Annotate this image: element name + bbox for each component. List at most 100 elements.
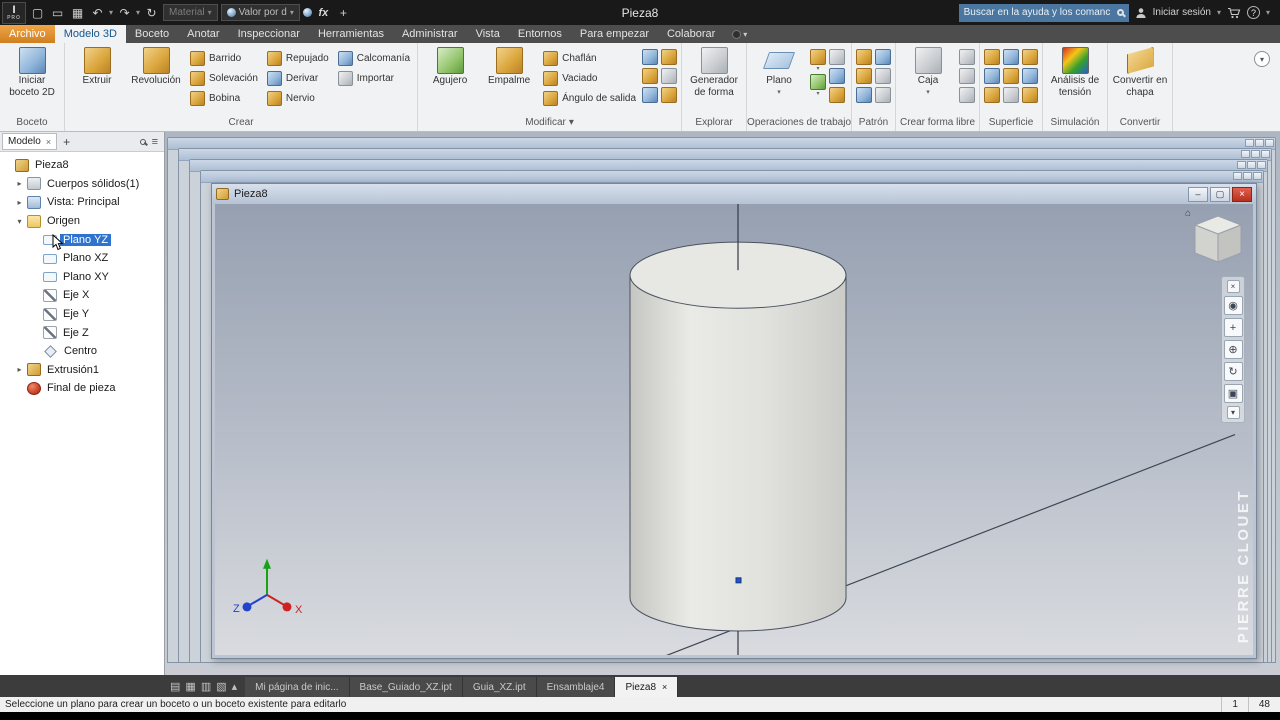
fx-parameters-button[interactable]: fx: [315, 4, 332, 22]
frame-minimize-icon[interactable]: [1233, 172, 1242, 180]
importar-button[interactable]: Importar: [335, 68, 413, 88]
window-maximize-button[interactable]: ▢: [1210, 186, 1230, 202]
panel-label-trabajo[interactable]: Operaciones de trabajo: [747, 114, 851, 131]
undo-caret-icon[interactable]: ▾: [109, 8, 113, 17]
doctab-base-guiado[interactable]: Base_Guiado_XZ.ipt: [349, 677, 463, 697]
superficie-reparar-icon[interactable]: [1003, 68, 1020, 84]
search-icon[interactable]: [1116, 9, 1126, 18]
view-cube[interactable]: ⌂: [1185, 208, 1245, 269]
material-select[interactable]: Material ▾: [163, 4, 218, 21]
bobina-button[interactable]: Bobina: [187, 88, 261, 108]
tree-item-cuerpos-solidos[interactable]: ▸ Cuerpos sólidos(1): [0, 175, 164, 194]
frame-close-icon[interactable]: [1257, 161, 1266, 169]
3d-scene[interactable]: X Z: [215, 204, 1253, 655]
cascade-windows-icon[interactable]: ▤: [170, 680, 180, 693]
update-icon[interactable]: ↻: [143, 4, 160, 22]
forma-esfera-icon[interactable]: [959, 68, 976, 84]
agujero-button[interactable]: Agujero: [422, 45, 478, 87]
frame-restore-icon[interactable]: [1251, 150, 1260, 158]
help-search-box[interactable]: [958, 3, 1129, 22]
tab-herramientas[interactable]: Herramientas: [309, 25, 393, 43]
tab-entornos[interactable]: Entornos: [509, 25, 571, 43]
signin-caret-icon[interactable]: ▾: [1217, 8, 1221, 17]
tab-archivo[interactable]: Archivo: [0, 25, 55, 43]
frame-close-icon[interactable]: [1261, 150, 1270, 158]
superficie-simetria-icon[interactable]: [1022, 68, 1039, 84]
tab-para-empezar[interactable]: Para empezar: [571, 25, 658, 43]
tab-modelo-3d[interactable]: Modelo 3D: [54, 25, 126, 43]
superficie-esculpir-icon[interactable]: [1022, 49, 1039, 65]
tree-item-plano-yz[interactable]: Plano YZ: [0, 230, 164, 251]
frame-restore-icon[interactable]: [1243, 172, 1252, 180]
appearance-select[interactable]: Valor por d ▾: [220, 4, 300, 21]
home-icon[interactable]: ⌂: [1185, 208, 1191, 219]
eje-caret-icon[interactable]: ▾: [817, 66, 820, 72]
frame-close-icon[interactable]: [1265, 139, 1274, 147]
panel-label-forma[interactable]: Crear forma libre: [896, 114, 979, 131]
tab-administrar[interactable]: Administrar: [393, 25, 467, 43]
graphics-area[interactable]: X Z ⌂ × ◉ + ⊕ ↻ ▣ ▾ PIERRE CLOUET: [215, 204, 1253, 655]
panel-label-patron[interactable]: Patrón: [852, 114, 895, 131]
superficie-borde-icon[interactable]: [1022, 87, 1039, 103]
simetria-icon[interactable]: [856, 87, 873, 103]
superficie-extender-icon[interactable]: [1003, 49, 1020, 65]
patron-boceto-icon[interactable]: [875, 49, 892, 65]
punto-trabajo-icon[interactable]: [810, 74, 827, 90]
tab-inspeccionar[interactable]: Inspeccionar: [229, 25, 309, 43]
superficie-recortar-icon[interactable]: [984, 87, 1001, 103]
tree-item-vista-principal[interactable]: ▸ Vista: Principal: [0, 193, 164, 212]
frame-minimize-icon[interactable]: [1237, 161, 1246, 169]
frame-minimize-icon[interactable]: [1245, 139, 1254, 147]
panel-label-convertir[interactable]: Convertir: [1108, 114, 1172, 131]
tile-windows-icon[interactable]: ▦: [185, 680, 195, 693]
suprimir-icon[interactable]: [875, 87, 892, 103]
tab-boceto[interactable]: Boceto: [126, 25, 178, 43]
tree-item-extrusion1[interactable]: ▸ Extrusión1: [0, 361, 164, 380]
extruir-button[interactable]: Extruir: [69, 45, 125, 87]
superficie-engrosar-icon[interactable]: [984, 68, 1001, 84]
cart-icon[interactable]: [1227, 7, 1241, 19]
inventor-logo[interactable]: I PRO: [2, 1, 26, 24]
ribbon-options-button[interactable]: ▾: [724, 25, 755, 43]
patron-circular-icon[interactable]: [856, 68, 873, 84]
search-input[interactable]: [963, 7, 1113, 18]
dividir-icon[interactable]: [642, 68, 659, 84]
measure-plus-icon[interactable]: +: [335, 4, 352, 22]
new-file-icon[interactable]: ▢: [29, 4, 46, 22]
convertir-chapa-button[interactable]: Convertir en chapa: [1112, 45, 1168, 98]
pan-icon[interactable]: +: [1223, 318, 1243, 337]
tree-item-pieza8[interactable]: Pieza8: [0, 156, 164, 175]
analisis-tension-button[interactable]: Análisis de tensión: [1047, 45, 1103, 98]
empalme-button[interactable]: Empalme: [481, 45, 537, 87]
expander-icon[interactable]: ▸: [15, 198, 24, 207]
vaciado-button[interactable]: Vaciado: [540, 68, 639, 88]
panel-label-modificar[interactable]: Modificar ▾: [418, 114, 681, 131]
esculpir-icon[interactable]: [661, 87, 678, 103]
tree-item-eje-y[interactable]: Eje Y: [0, 305, 164, 324]
tile-vertical-icon[interactable]: ▧: [216, 680, 226, 693]
browser-search-icon[interactable]: [139, 138, 148, 146]
tree-item-final-de-pieza[interactable]: Final de pieza: [0, 379, 164, 398]
frame-restore-icon[interactable]: [1247, 161, 1256, 169]
eje-trabajo-icon[interactable]: [810, 49, 827, 65]
superficie-coser-icon[interactable]: [984, 49, 1001, 65]
signin-button[interactable]: Iniciar sesión: [1153, 7, 1211, 18]
nervio-button[interactable]: Nervio: [264, 88, 332, 108]
tree-item-plano-xy[interactable]: Plano XY: [0, 268, 164, 287]
tree-item-centro[interactable]: Centro: [0, 342, 164, 361]
work-feature-2-icon[interactable]: [829, 87, 846, 103]
expander-icon[interactable]: ▸: [15, 179, 24, 188]
tile-horizontal-icon[interactable]: ▥: [201, 680, 211, 693]
angulo-salida-button[interactable]: Ángulo de salida: [540, 88, 639, 108]
redo-icon[interactable]: ↷: [116, 4, 133, 22]
panel-label-crear[interactable]: Crear: [65, 114, 417, 131]
work-feature-icon[interactable]: [829, 68, 846, 84]
navigation-wheel-icon[interactable]: ◉: [1223, 296, 1243, 315]
tree-item-eje-z[interactable]: Eje Z: [0, 323, 164, 342]
frame-minimize-icon[interactable]: [1241, 150, 1250, 158]
expand-tabbar-icon[interactable]: ▴: [232, 680, 238, 693]
superficie-ajustar-icon[interactable]: [1003, 87, 1020, 103]
redo-caret-icon[interactable]: ▾: [136, 8, 140, 17]
pieza8-window-titlebar[interactable]: Pieza8 – ▢ ×: [212, 184, 1256, 204]
forma-cilindro-icon[interactable]: [959, 49, 976, 65]
